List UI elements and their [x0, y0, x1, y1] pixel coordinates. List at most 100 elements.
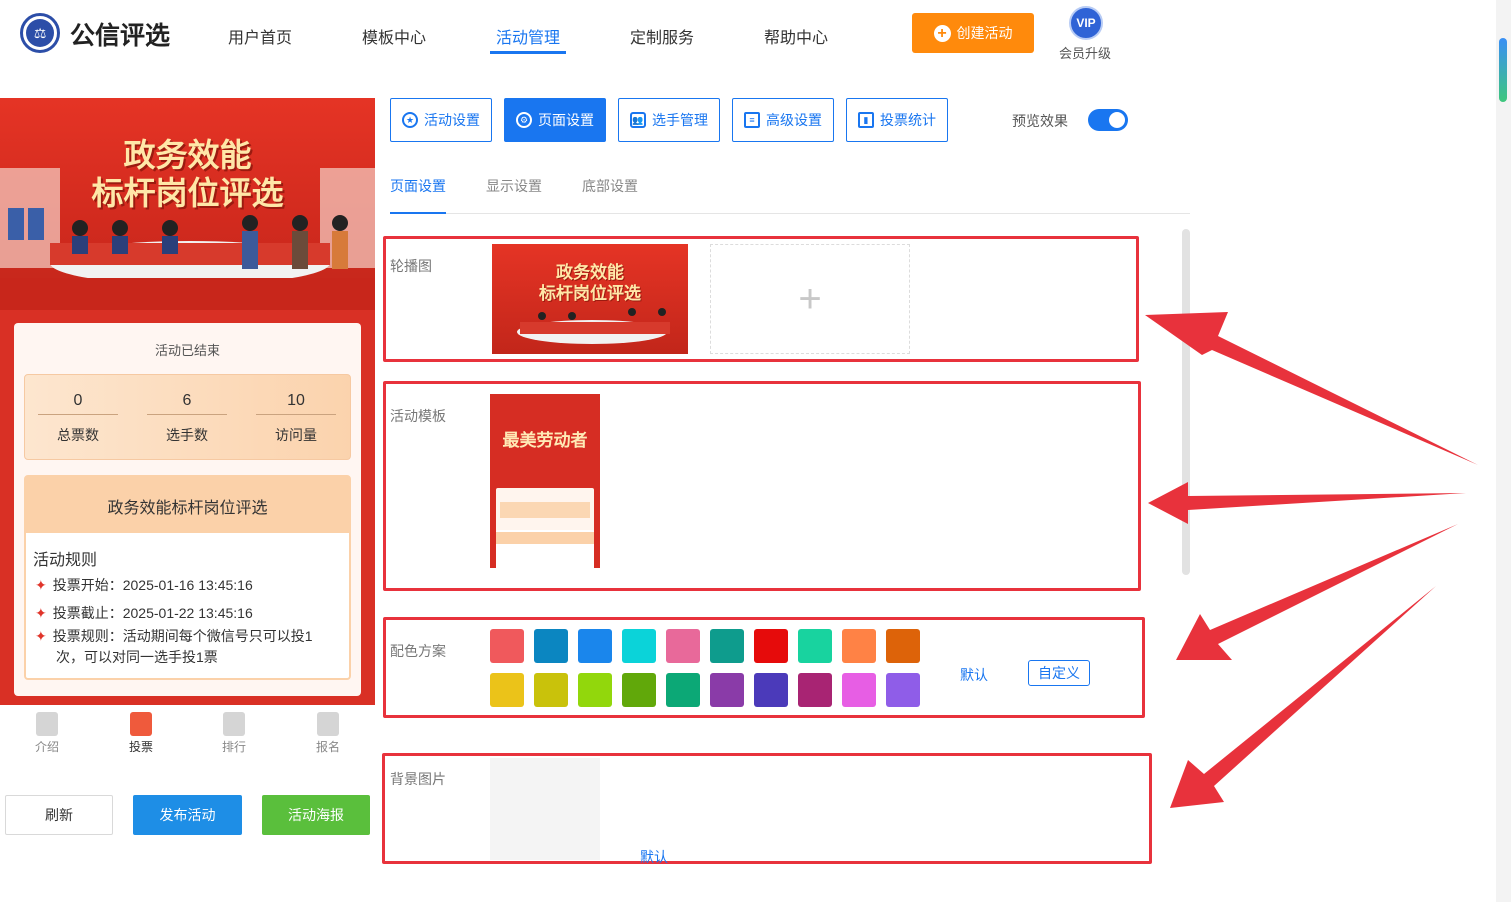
create-activity-button[interactable]: + 创建活动 — [912, 13, 1034, 53]
nav-user-home[interactable]: 用户首页 — [228, 24, 292, 48]
users-icon: 👥 — [630, 112, 646, 128]
stat-visits-label: 访问量 — [275, 427, 317, 443]
color-swatch[interactable] — [666, 629, 700, 663]
color-swatch[interactable] — [710, 629, 744, 663]
color-swatch-row — [490, 673, 920, 707]
home-icon — [130, 712, 152, 736]
nav-custom-service[interactable]: 定制服务 — [630, 24, 694, 48]
star-icon: ★ — [402, 112, 418, 128]
contestant-management-button[interactable]: 👥 选手管理 — [618, 98, 720, 142]
thumbnail-title-line2: 标杆岗位评选 — [539, 284, 641, 303]
annotation-arrows — [1145, 312, 1478, 808]
background-image-placeholder[interactable] — [490, 758, 600, 860]
crown-icon — [223, 712, 245, 736]
star-bullet-icon: ✦ — [35, 605, 47, 621]
nav-template-center[interactable]: 模板中心 — [362, 24, 426, 48]
advanced-settings-button[interactable]: ≡ 高级设置 — [732, 98, 834, 142]
page-settings-button[interactable]: ⚙ 页面设置 — [504, 98, 606, 142]
color-swatch[interactable] — [622, 673, 656, 707]
color-swatch[interactable] — [666, 673, 700, 707]
rule-item: ✦ 投票规则：活动期间每个微信号只可以投1次，可以对同一选手投1票 — [35, 626, 325, 668]
rule-text: 投票开始：2025-01-16 13:45:16 — [52, 577, 253, 593]
tab-signup[interactable]: 报名 — [298, 712, 358, 755]
subtab-footer-settings[interactable]: 底部设置 — [582, 176, 638, 196]
publish-activity-button[interactable]: 发布活动 — [133, 795, 242, 835]
carousel-thumbnail[interactable]: 政务效能 标杆岗位评选 — [492, 244, 688, 354]
arrow-to-template — [1148, 482, 1466, 524]
rules-heading: 活动规则 — [33, 552, 98, 569]
activity-status: 活动已结束 — [154, 343, 220, 358]
tab-vote[interactable]: 投票 — [111, 712, 171, 755]
color-scheme-label: 配色方案 — [390, 643, 446, 659]
color-swatch[interactable] — [490, 629, 524, 663]
user-icon — [317, 712, 339, 736]
template-title: 最美劳动者 — [502, 431, 588, 450]
star-bullet-icon: ✦ — [35, 628, 47, 644]
vip-icon[interactable]: VIP — [1069, 6, 1103, 40]
color-swatch[interactable] — [886, 629, 920, 663]
color-swatch[interactable] — [534, 629, 568, 663]
color-swatch[interactable] — [842, 629, 876, 663]
bar-chart-icon: ▮ — [858, 112, 874, 128]
rule-text: 投票规则：活动期间每个微信号只可以投1次，可以对同一选手投1票 — [52, 628, 313, 665]
vip-upgrade-label[interactable]: 会员升级 — [1059, 43, 1111, 62]
subtab-display-settings[interactable]: 显示设置 — [486, 176, 542, 196]
scrollbar-thumb[interactable] — [1499, 38, 1507, 102]
color-swatch[interactable] — [754, 673, 788, 707]
subtab-page-settings[interactable]: 页面设置 — [390, 176, 446, 196]
arrow-to-background — [1170, 586, 1436, 808]
subtab-divider — [390, 213, 1190, 214]
stat-divider — [147, 414, 227, 415]
stat-contestants-value: 6 — [182, 392, 192, 409]
color-swatch[interactable] — [798, 673, 832, 707]
tab-ranking[interactable]: 排行 — [204, 712, 264, 755]
template-label: 活动模板 — [390, 408, 446, 424]
color-swatch[interactable] — [754, 629, 788, 663]
default-background-link[interactable]: 默认 — [640, 847, 668, 867]
create-activity-label: 创建活动 — [956, 25, 1013, 41]
toggle-knob — [1109, 112, 1125, 128]
color-swatch[interactable] — [622, 629, 656, 663]
background-image-label: 背景图片 — [390, 771, 446, 787]
stat-divider — [256, 414, 336, 415]
stat-total-votes-value: 0 — [73, 392, 83, 409]
rule-text: 投票截止：2025-01-22 13:45:16 — [52, 605, 253, 621]
arrow-to-carousel — [1145, 312, 1478, 465]
refresh-button[interactable]: 刷新 — [5, 795, 113, 835]
nav-help-center[interactable]: 帮助中心 — [764, 24, 828, 48]
custom-color-button[interactable]: 自定义 — [1028, 660, 1090, 686]
default-color-link[interactable]: 默认 — [960, 665, 988, 685]
preview-effect-label: 预览效果 — [1012, 113, 1068, 129]
document-icon — [36, 712, 58, 736]
template-thumbnail[interactable]: 最美劳动者 — [490, 394, 600, 574]
banner-title-line2: 标杆岗位评选 — [91, 175, 284, 211]
color-swatch[interactable] — [710, 673, 744, 707]
activity-poster-button[interactable]: 活动海报 — [262, 795, 370, 835]
activity-settings-button[interactable]: ★ 活动设置 — [390, 98, 492, 142]
vote-statistics-button[interactable]: ▮ 投票统计 — [846, 98, 948, 142]
preview-banner: 政务效能 标杆岗位评选 — [0, 98, 375, 310]
color-swatch[interactable] — [578, 673, 612, 707]
stats-box — [24, 374, 351, 460]
carousel-label: 轮播图 — [390, 258, 432, 274]
color-swatch[interactable] — [886, 673, 920, 707]
page-scrollbar[interactable] — [1496, 0, 1511, 902]
rule-item: ✦ 投票开始：2025-01-16 13:45:16 — [35, 575, 335, 596]
add-carousel-image[interactable]: + — [710, 244, 910, 354]
color-swatch[interactable] — [490, 673, 524, 707]
rule-item: ✦ 投票截止：2025-01-22 13:45:16 — [35, 603, 335, 624]
plus-circle-icon: + — [933, 24, 951, 42]
brand-name: 公信评选 — [70, 22, 171, 50]
subtab-active-indicator — [390, 212, 446, 214]
color-swatch[interactable] — [578, 629, 612, 663]
stat-contestants-label: 选手数 — [166, 427, 208, 443]
tab-intro[interactable]: 介绍 — [17, 712, 77, 755]
color-swatch[interactable] — [534, 673, 568, 707]
logo-icon: ⚖ — [20, 13, 60, 53]
arrow-to-colors — [1176, 524, 1458, 660]
color-swatch[interactable] — [798, 629, 832, 663]
nav-active-indicator — [490, 51, 566, 54]
nav-activity-management[interactable]: 活动管理 — [496, 24, 560, 48]
preview-toggle[interactable] — [1088, 109, 1128, 131]
color-swatch[interactable] — [842, 673, 876, 707]
